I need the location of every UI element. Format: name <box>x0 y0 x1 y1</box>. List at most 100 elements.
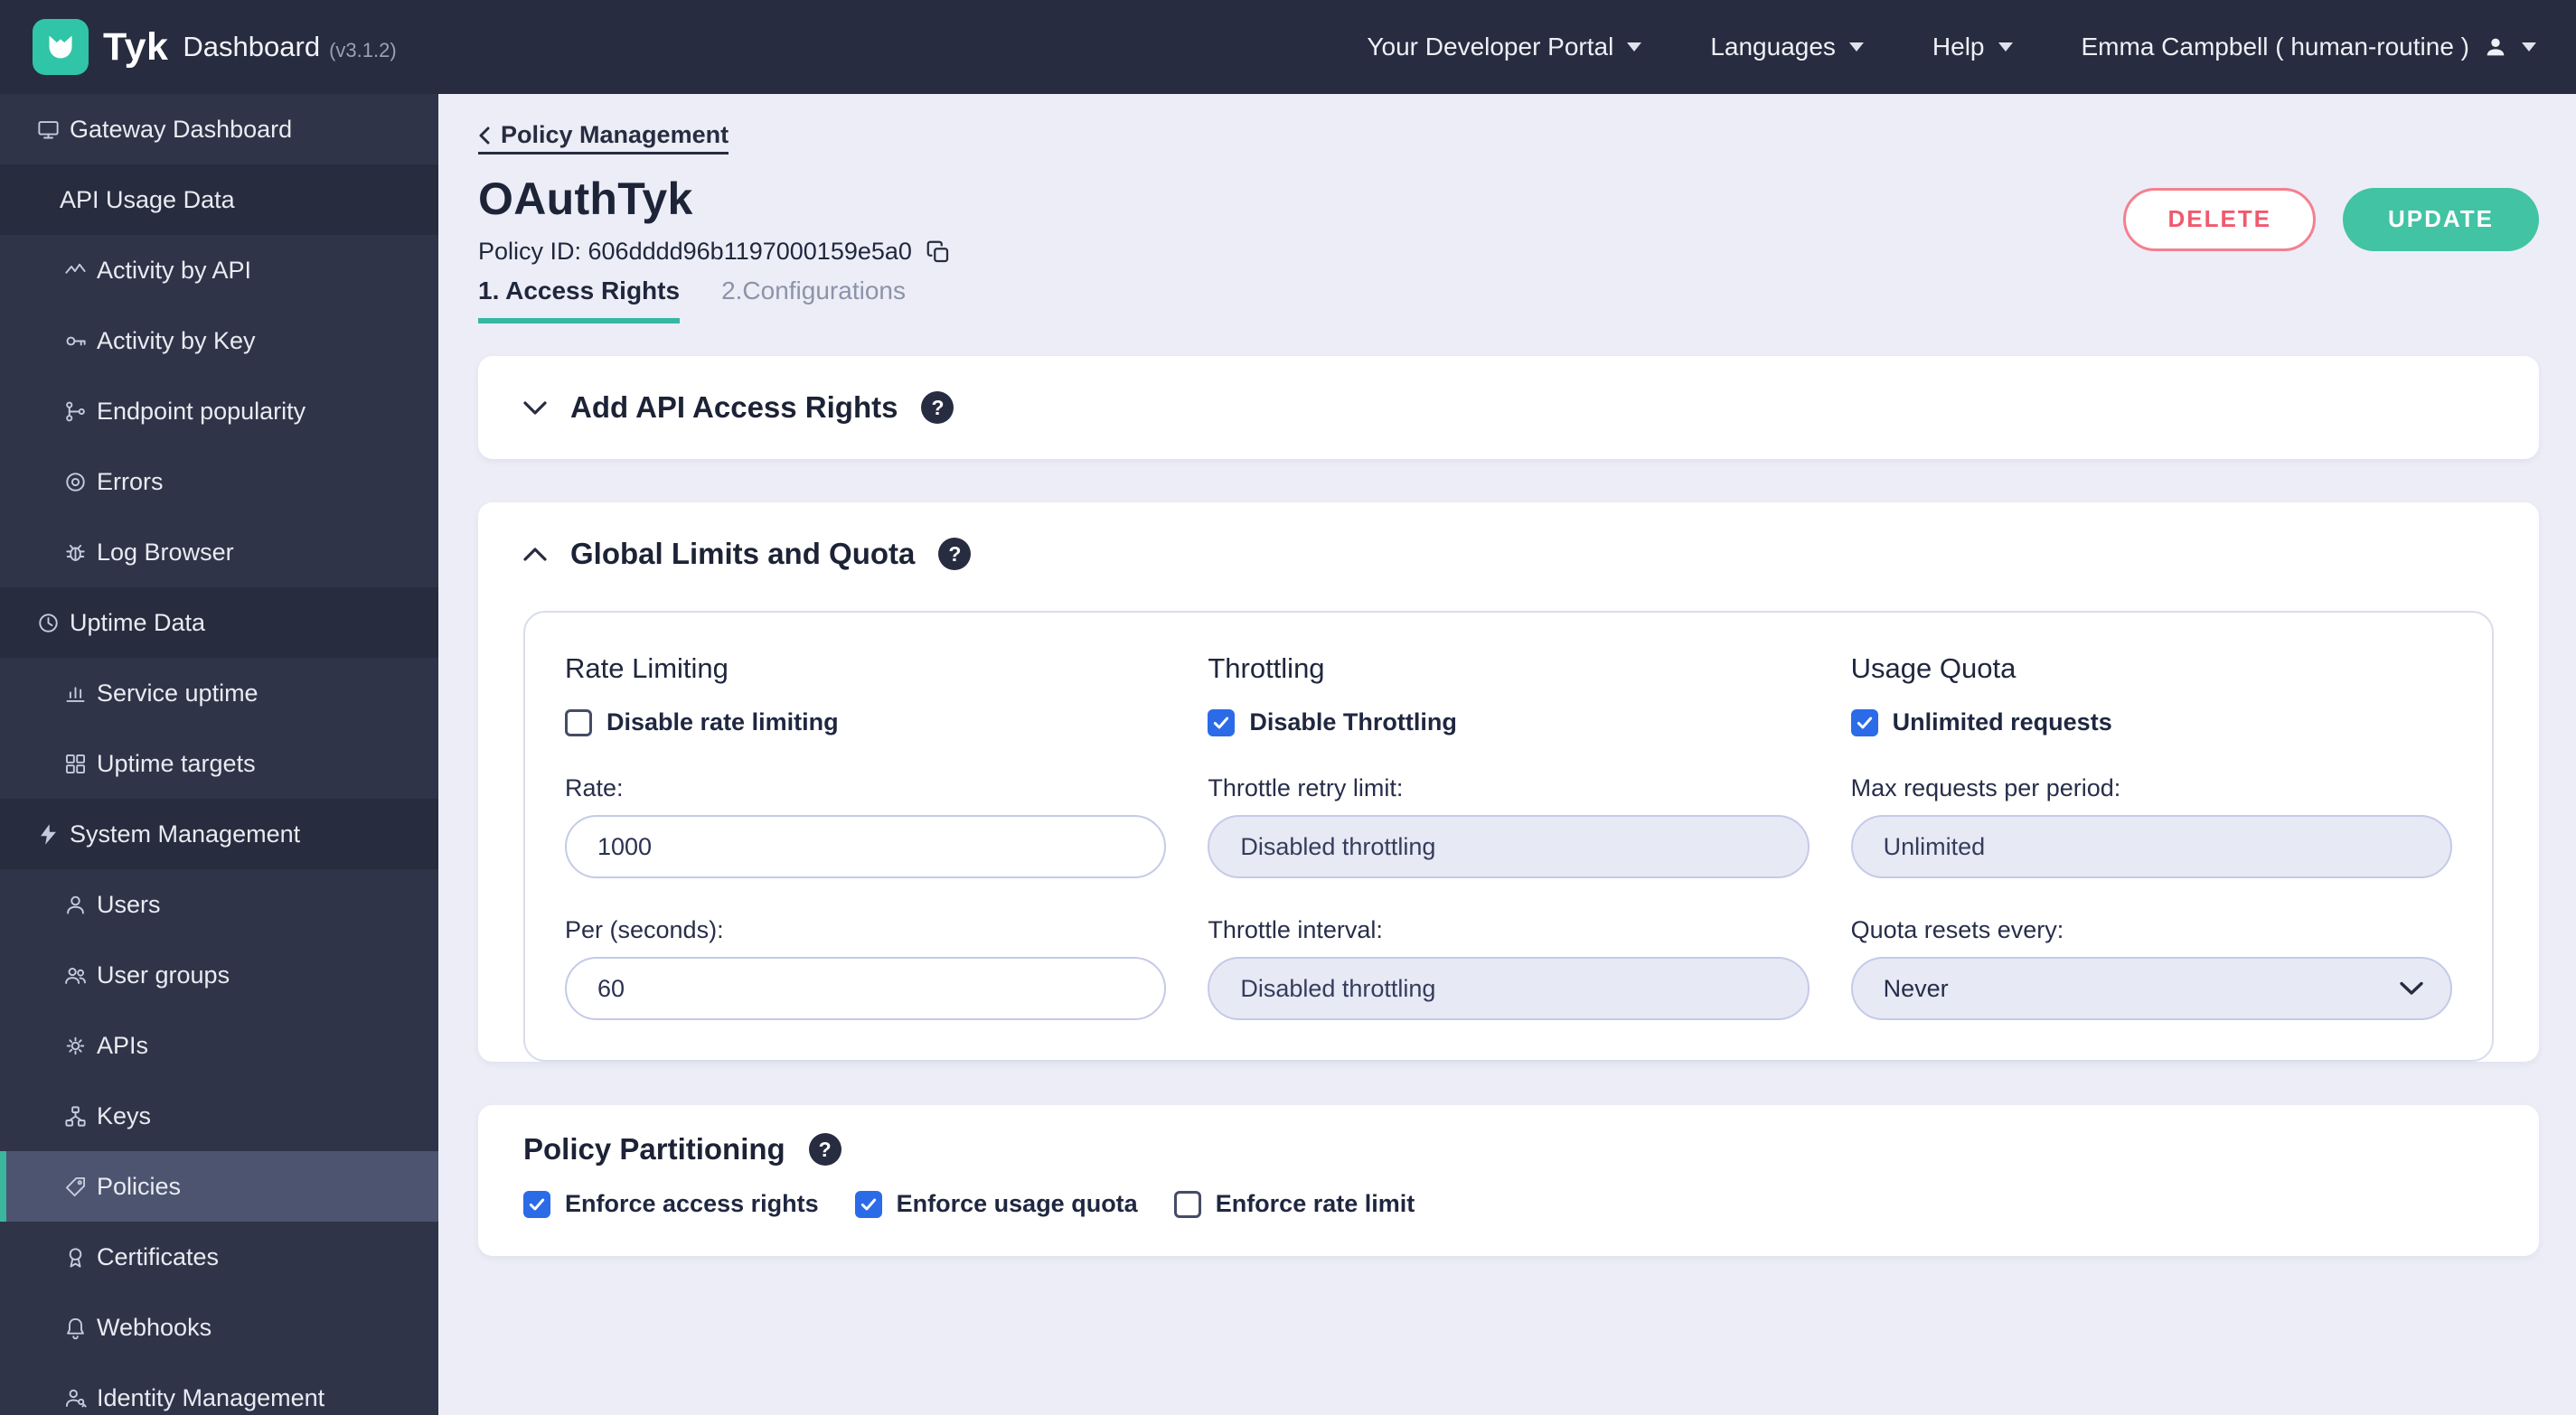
tab-configurations[interactable]: 2.Configurations <box>721 276 906 323</box>
sidebar-item-label: Activity by Key <box>97 326 256 354</box>
sidebar-item-label: Activity by API <box>97 256 252 284</box>
card-title: Add API Access Rights <box>570 390 898 424</box>
sidebar-item-log-browser[interactable]: Log Browser <box>0 517 438 587</box>
tyk-logo-icon <box>33 19 89 75</box>
identity-icon <box>65 1389 87 1407</box>
sidebar-item-label: User groups <box>97 961 230 989</box>
sidebar-item-activity-by-key[interactable]: Activity by Key <box>0 305 438 376</box>
enforce-rate-limit-checkbox-row[interactable]: Enforce rate limit <box>1173 1190 1415 1218</box>
field-label: Per (seconds): <box>565 916 724 943</box>
sidebar-item-label: Webhooks <box>97 1313 212 1341</box>
sidebar-section-uptime-data: Uptime Data <box>0 587 438 658</box>
update-button[interactable]: UPDATE <box>2343 187 2539 251</box>
topbar: Tyk Dashboard (v3.1.2) Your Developer Po… <box>0 0 2576 94</box>
enforce-usage-quota-checkbox-row[interactable]: Enforce usage quota <box>854 1190 1138 1218</box>
sidebar-item-label: Endpoint popularity <box>97 397 306 425</box>
sidebar-item-policies[interactable]: Policies <box>0 1151 438 1222</box>
action-buttons: DELETE UPDATE <box>2123 187 2539 251</box>
clock-icon <box>39 613 58 633</box>
column-heading: Rate Limiting <box>565 652 729 684</box>
check-icon <box>529 1198 545 1210</box>
sidebar-item-apis[interactable]: APIs <box>0 1010 438 1081</box>
sidebar-item-endpoint-popularity[interactable]: Endpoint popularity <box>0 376 438 446</box>
enforce-access-rights-checkbox[interactable] <box>523 1190 550 1218</box>
card-title: Global Limits and Quota <box>570 537 916 570</box>
monitor-icon <box>38 120 59 138</box>
copy-icon[interactable] <box>925 239 952 266</box>
chevron-down-icon <box>1998 42 2013 52</box>
enforce-access-rights-checkbox-row[interactable]: Enforce access rights <box>523 1190 819 1218</box>
delete-button[interactable]: DELETE <box>2123 187 2317 251</box>
tabs: 1. Access Rights 2.Configurations <box>478 276 2539 323</box>
disable-throttling-checkbox[interactable] <box>1208 708 1236 736</box>
brand-name: Tyk <box>103 24 169 69</box>
chevron-down-icon <box>2400 981 2423 995</box>
add-api-access-rights-card: Add API Access Rights ? <box>478 356 2539 459</box>
menu-label: Emma Campbell ( human-routine ) <box>2081 33 2470 61</box>
sidebar-item-label: Service uptime <box>97 679 259 707</box>
menu-label: Help <box>1932 33 1985 61</box>
sidebar-item-errors[interactable]: Errors <box>0 446 438 517</box>
sidebar-item-keys[interactable]: Keys <box>0 1081 438 1151</box>
sidebar-item-label: Policies <box>97 1172 182 1200</box>
sidebar-item-label: Errors <box>97 467 164 495</box>
unlimited-requests-checkbox-row[interactable]: Unlimited requests <box>1850 708 2452 736</box>
quota-resets-select[interactable]: Never <box>1850 957 2452 1020</box>
help-icon[interactable]: ? <box>921 391 954 424</box>
menu-user-account[interactable]: Emma Campbell ( human-routine ) <box>2081 33 2536 61</box>
branch-icon <box>66 401 85 421</box>
sidebar-item-activity-by-api[interactable]: Activity by API <box>0 235 438 305</box>
brand[interactable]: Tyk Dashboard (v3.1.2) <box>33 19 397 75</box>
disable-rate-limiting-checkbox-row[interactable]: Disable rate limiting <box>565 708 1166 736</box>
unlimited-requests-checkbox[interactable] <box>1850 708 1878 736</box>
sidebar-item-certificates[interactable]: Certificates <box>0 1222 438 1292</box>
throttling-column: Throttling Disable Throttling Throttle r… <box>1208 652 1810 1020</box>
menu-label: Languages <box>1710 33 1836 61</box>
bug-icon <box>66 544 85 561</box>
menu-developer-portal[interactable]: Your Developer Portal <box>1367 33 1642 61</box>
sidebar-item-uptime-targets[interactable]: Uptime targets <box>0 728 438 799</box>
field-label: Max requests per period: <box>1850 774 2121 801</box>
tab-access-rights[interactable]: 1. Access Rights <box>478 276 681 323</box>
policy-partitioning-card: Policy Partitioning ? Enforce access rig… <box>478 1105 2539 1256</box>
sidebar-item-user-groups[interactable]: User groups <box>0 940 438 1010</box>
menu-languages[interactable]: Languages <box>1710 33 1864 61</box>
sidebar-item-webhooks[interactable]: Webhooks <box>0 1292 438 1363</box>
sidebar-item-identity-management[interactable]: Identity Management <box>0 1363 438 1415</box>
rate-input[interactable] <box>565 815 1167 878</box>
field-label: Throttle interval: <box>1208 916 1383 943</box>
sidebar-item-label: Log Browser <box>97 538 234 566</box>
throttle-interval-input <box>1208 957 1810 1020</box>
user-icon <box>67 895 84 914</box>
enforce-usage-quota-checkbox[interactable] <box>854 1190 882 1218</box>
breadcrumb[interactable]: Policy Management <box>478 121 729 155</box>
users-icon <box>65 967 86 984</box>
disable-rate-limiting-checkbox[interactable] <box>565 708 592 736</box>
certificate-icon <box>69 1247 82 1268</box>
sidebar-item-service-uptime[interactable]: Service uptime <box>0 658 438 728</box>
menu-help[interactable]: Help <box>1932 33 2013 61</box>
help-icon[interactable]: ? <box>808 1133 841 1166</box>
disable-throttling-checkbox-row[interactable]: Disable Throttling <box>1208 708 1809 736</box>
per-seconds-input[interactable] <box>565 957 1167 1020</box>
sidebar-item-label: Keys <box>97 1101 152 1129</box>
global-limits-card: Global Limits and Quota ? Rate Limiting … <box>478 502 2539 1062</box>
check-icon <box>1214 717 1229 728</box>
chevron-down-icon <box>1627 42 1642 52</box>
sidebar-item-gateway-dashboard[interactable]: Gateway Dashboard <box>0 94 438 164</box>
activity-icon <box>65 263 86 274</box>
tag-icon <box>65 1176 86 1196</box>
sidebar-item-users[interactable]: Users <box>0 869 438 940</box>
policy-partitioning-header: Policy Partitioning ? <box>478 1105 2539 1167</box>
check-icon <box>1857 717 1872 728</box>
grid-icon <box>65 754 86 773</box>
sidebar-section-system-management: System Management <box>0 799 438 869</box>
checkbox-label: Disable Throttling <box>1249 708 1457 736</box>
card-title: Policy Partitioning <box>523 1132 785 1166</box>
global-limits-toggle[interactable]: Global Limits and Quota ? <box>478 502 2539 605</box>
checkbox-label: Disable rate limiting <box>606 708 839 736</box>
sidebar-item-label: Identity Management <box>97 1383 325 1411</box>
enforce-rate-limit-checkbox[interactable] <box>1173 1190 1201 1218</box>
add-api-access-rights-toggle[interactable]: Add API Access Rights ? <box>478 356 2539 459</box>
help-icon[interactable]: ? <box>938 538 972 570</box>
